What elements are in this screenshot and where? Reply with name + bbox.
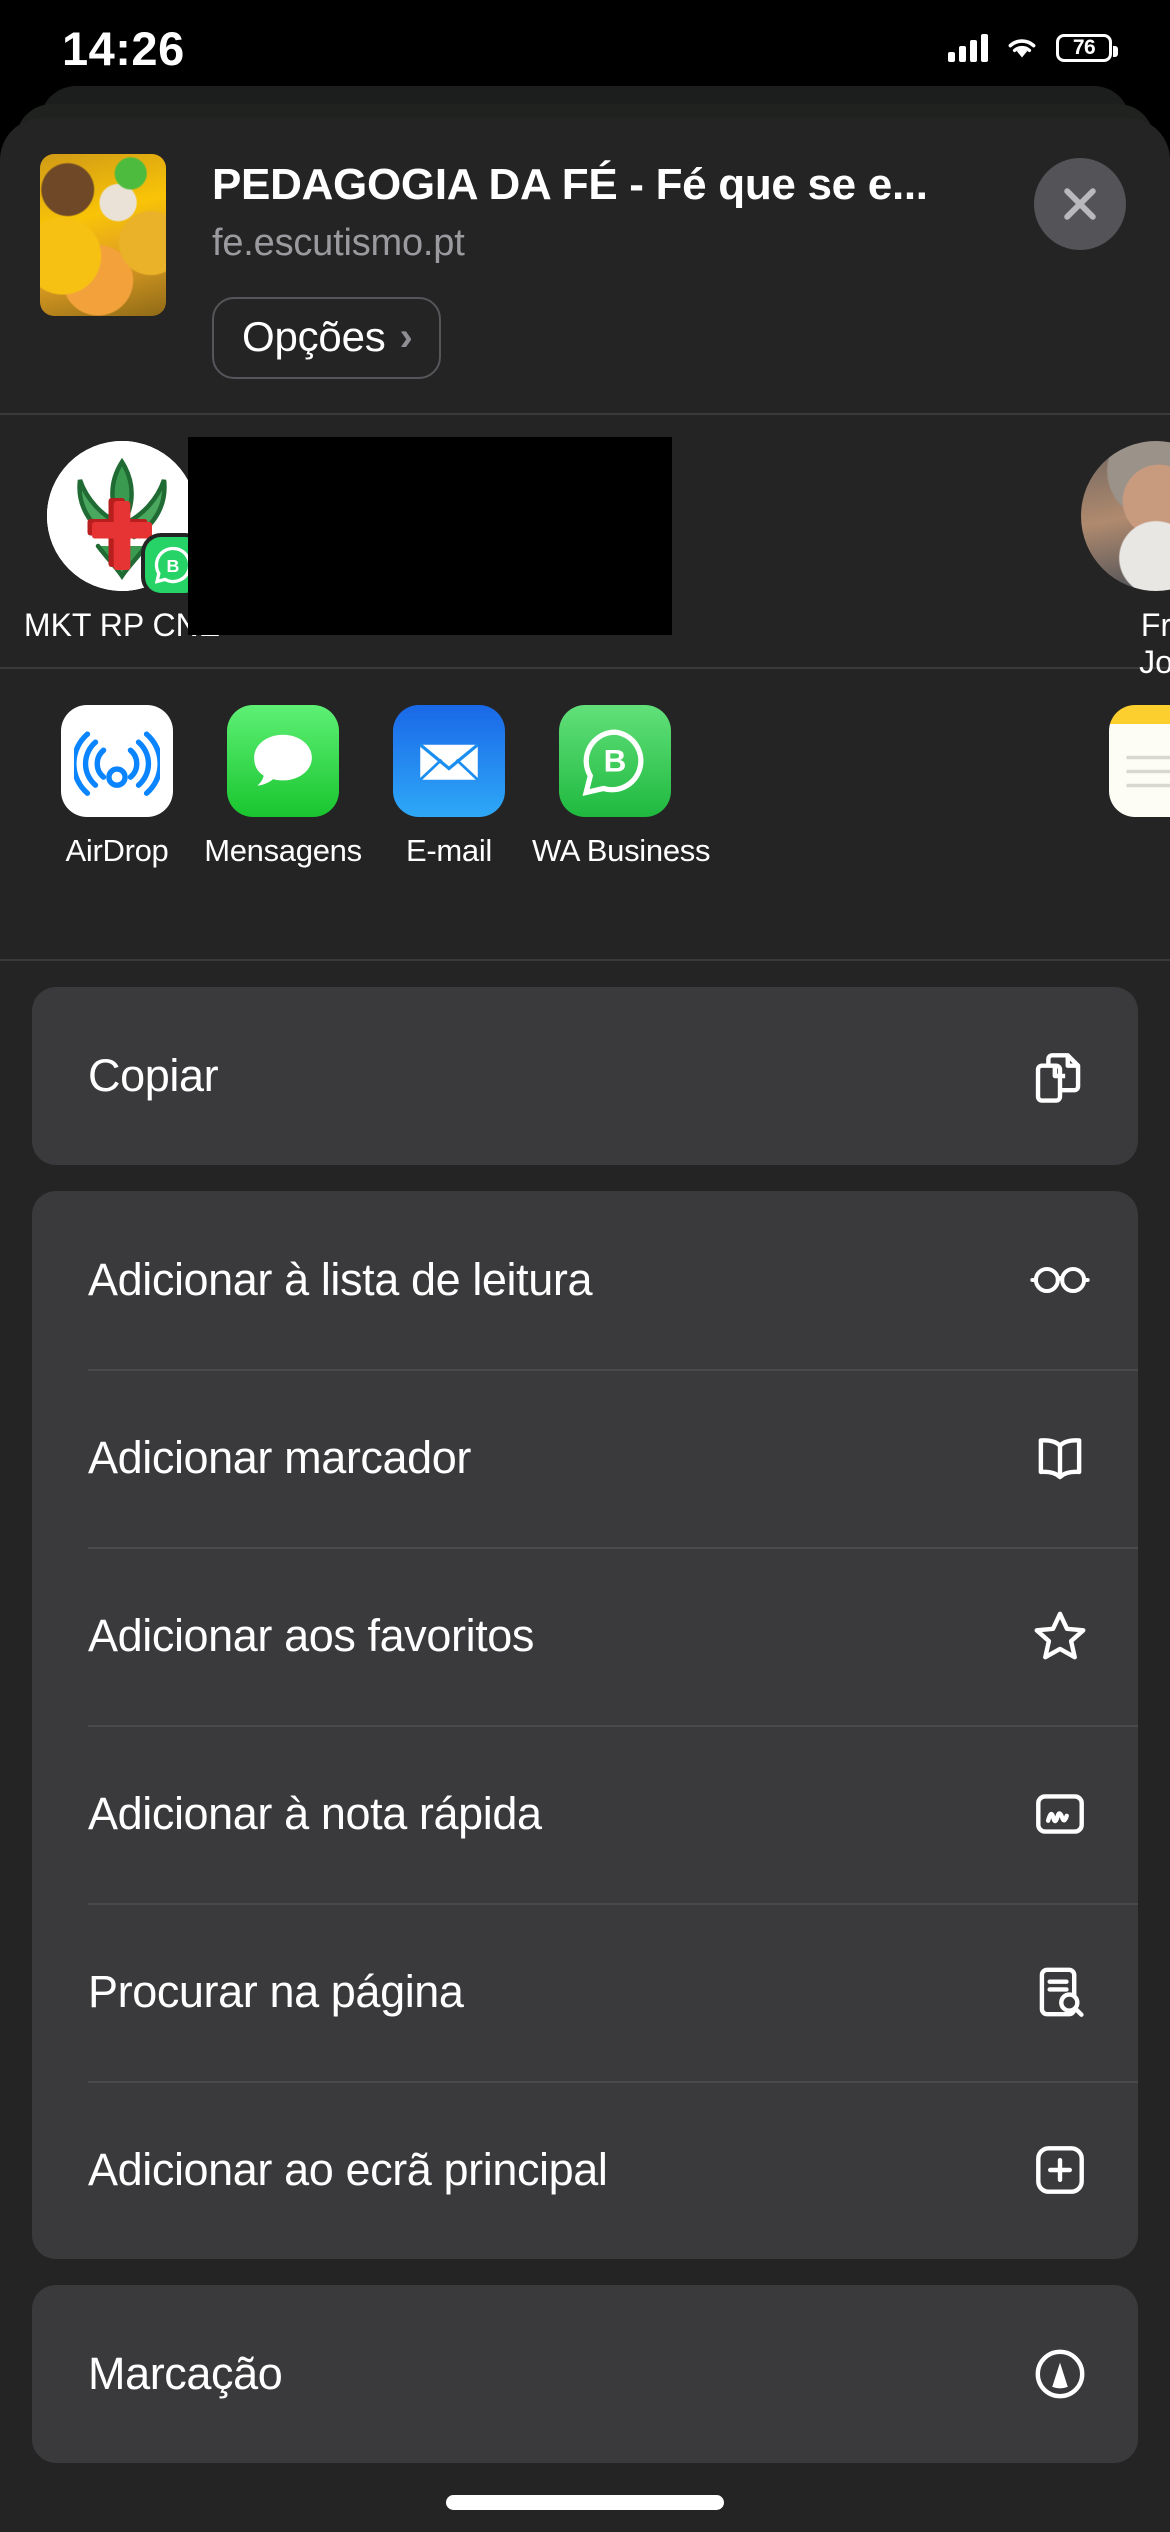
- svg-text:B: B: [604, 743, 627, 779]
- options-button-label: Opções: [242, 313, 386, 360]
- app-label: AirDrop: [65, 833, 169, 868]
- action-row-procurar-pagina[interactable]: Procurar na página: [32, 1903, 1138, 2081]
- notes-icon: [1109, 705, 1170, 817]
- action-row-favoritos[interactable]: Adicionar aos favoritos: [32, 1547, 1138, 1725]
- contact-item[interactable]: Fr Jo: [1056, 441, 1170, 681]
- home-indicator[interactable]: [446, 2495, 724, 2510]
- action-row-marcacao[interactable]: Marcação: [32, 2285, 1138, 2463]
- link-preview-header: PEDAGOGIA DA FÉ - Fé que se e... fe.escu…: [0, 118, 1170, 413]
- status-bar-indicators: 76: [948, 34, 1118, 62]
- svg-text:B: B: [167, 556, 180, 576]
- app-item-messages[interactable]: Mensagens: [200, 705, 366, 869]
- page-title: PEDAGOGIA DA FÉ - Fé que se e...: [212, 160, 928, 209]
- redacted-region: [188, 437, 672, 635]
- link-preview-text: PEDAGOGIA DA FÉ - Fé que se e... fe.escu…: [166, 154, 1130, 379]
- battery-icon: 76: [1056, 34, 1118, 62]
- messages-icon: [227, 705, 339, 817]
- action-label: Adicionar ao ecrã principal: [88, 2144, 608, 2195]
- action-label: Adicionar à lista de leitura: [88, 1254, 593, 1305]
- close-icon: [1064, 188, 1096, 220]
- copy-icon: [1024, 1040, 1096, 1112]
- link-preview-thumbnail: [40, 154, 166, 316]
- cellular-bars-icon: [948, 34, 988, 62]
- whatsapp-business-icon: B: [559, 705, 671, 817]
- action-row-nota-rapida[interactable]: Adicionar à nota rápida: [32, 1725, 1138, 1903]
- action-label: Copiar: [88, 1050, 219, 1101]
- contact-photo-avatar: [1081, 441, 1170, 591]
- status-bar-time: 14:26: [62, 21, 185, 75]
- share-sheet: PEDAGOGIA DA FÉ - Fé que se e... fe.escu…: [0, 118, 1170, 2532]
- share-sheet-screen: 14:26 76 PEDAGOGIA DA FÉ - Fé que se e..…: [0, 0, 1170, 2532]
- action-group-markup: Marcação: [32, 2285, 1138, 2463]
- action-group-copy: Copiar: [32, 987, 1138, 1165]
- action-label: Adicionar aos favoritos: [88, 1610, 535, 1661]
- action-list: Copiar Adicionar à lista de leitura Adic…: [0, 987, 1170, 2463]
- divider-apps: [0, 959, 1170, 961]
- glasses-icon: [1024, 1244, 1096, 1316]
- star-icon: [1024, 1600, 1096, 1672]
- mail-icon: [393, 705, 505, 817]
- page-domain: fe.escutismo.pt: [212, 222, 465, 264]
- action-row-lista-leitura[interactable]: Adicionar à lista de leitura: [32, 1191, 1138, 1369]
- action-row-copiar[interactable]: Copiar: [32, 987, 1138, 1165]
- apps-row: AirDrop Mensagens E-mail B WA Business: [0, 669, 1170, 959]
- app-item-airdrop[interactable]: AirDrop: [34, 705, 200, 869]
- close-button[interactable]: [1034, 158, 1126, 250]
- book-icon: [1024, 1422, 1096, 1494]
- avatar: B: [47, 441, 201, 593]
- action-label: Adicionar marcador: [88, 1432, 471, 1483]
- quick-note-icon: [1024, 1778, 1096, 1850]
- app-item-mail[interactable]: E-mail: [366, 705, 532, 869]
- chevron-right-icon: ›: [399, 315, 413, 359]
- action-label: Adicionar à nota rápida: [88, 1788, 542, 1839]
- app-label: E-mail: [405, 833, 493, 868]
- action-row-marcador[interactable]: Adicionar marcador: [32, 1369, 1138, 1547]
- contacts-row: B MKT RP CNE Fr Jo: [0, 415, 1170, 680]
- app-label: Mensagens: [204, 833, 362, 868]
- action-label: Procurar na página: [88, 1966, 464, 2017]
- markup-icon: [1024, 2338, 1096, 2410]
- action-group-main: Adicionar à lista de leitura Adicionar m…: [32, 1191, 1138, 2259]
- app-item-notes[interactable]: [1082, 705, 1170, 817]
- status-bar: 14:26 76: [0, 0, 1170, 96]
- airdrop-icon: [61, 705, 173, 817]
- find-in-page-icon: [1024, 1956, 1096, 2028]
- wifi-icon: [1008, 39, 1036, 58]
- options-button[interactable]: Opções ›: [212, 297, 441, 379]
- add-to-home-icon: [1024, 2134, 1096, 2206]
- app-label: WA Business: [532, 833, 711, 868]
- app-item-wa-business[interactable]: B WA Business: [532, 705, 711, 869]
- action-label: Marcação: [88, 2348, 283, 2399]
- battery-percent-label: 76: [1072, 36, 1096, 59]
- action-row-ecra-principal[interactable]: Adicionar ao ecrã principal: [32, 2081, 1138, 2259]
